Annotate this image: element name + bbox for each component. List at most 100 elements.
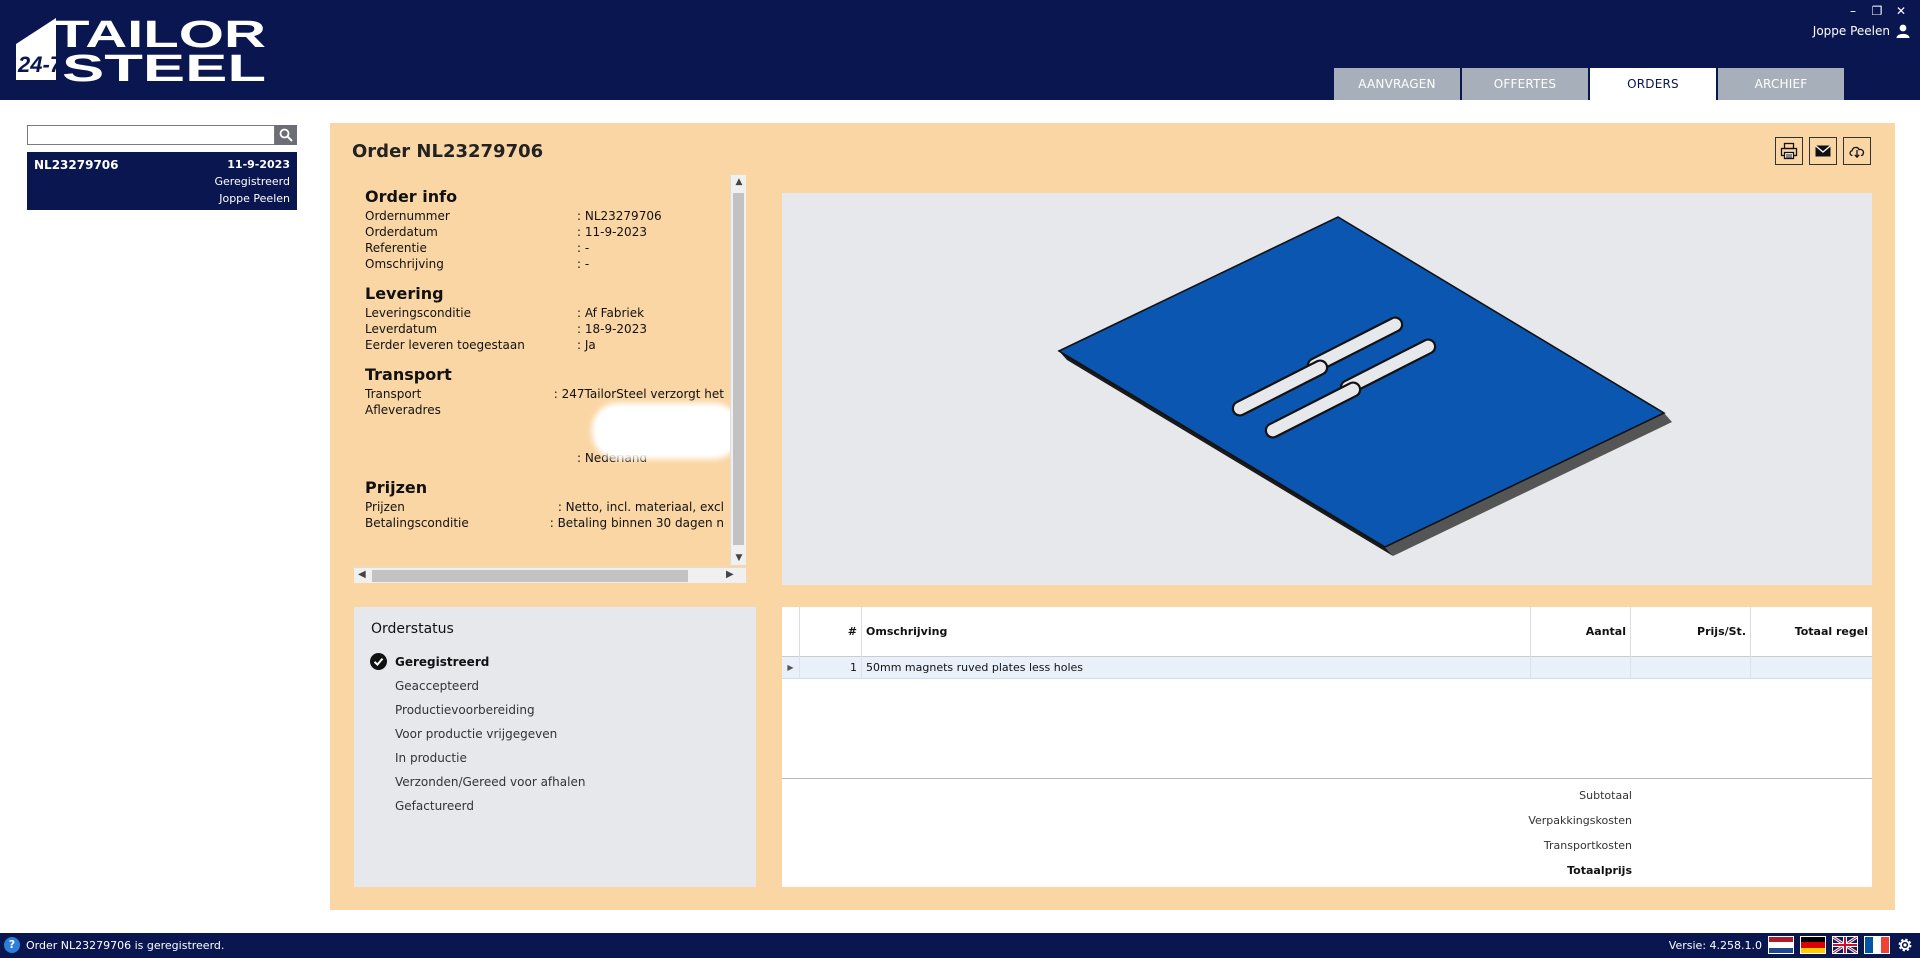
app-header: 24-7 TAILOR STEEL – ❐ ✕ Joppe Peelen AAN…	[0, 0, 1920, 100]
totaalprijs-label: Totaalprijs	[1567, 864, 1632, 877]
order-actions	[1775, 137, 1871, 165]
info-key: Leverdatum	[365, 322, 438, 336]
tab-offertes[interactable]: OFFERTES	[1462, 68, 1588, 100]
user-menu[interactable]: Joppe Peelen	[1813, 24, 1910, 38]
print-button[interactable]	[1775, 137, 1803, 165]
section-heading-levering: Levering	[365, 284, 444, 303]
order-search	[27, 125, 297, 145]
status-steps: Geregistreerd Geaccepteerd Productievoor…	[370, 653, 586, 822]
tab-aanvragen[interactable]: AANVRAGEN	[1334, 68, 1460, 100]
subtotaal-label: Subtotaal	[1579, 789, 1632, 802]
gear-icon[interactable]	[1896, 936, 1914, 954]
status-step-in-productie: In productie	[395, 750, 585, 774]
info-row: Prijzen : Netto, incl. materiaal, excl	[365, 499, 724, 515]
flag-de-icon[interactable]	[1800, 936, 1826, 954]
info-value: : Betaling binnen 30 dagen n	[549, 516, 724, 530]
close-button[interactable]: ✕	[1894, 4, 1908, 18]
cell-aantal	[1531, 657, 1631, 679]
tab-orders[interactable]: ORDERS	[1590, 68, 1716, 100]
scroll-right-icon[interactable]: ▶	[726, 569, 734, 580]
column-header-prijs[interactable]: Prijs/St.	[1631, 607, 1751, 657]
info-row: Omschrijving: -	[365, 256, 724, 272]
status-bar: ? Order NL23279706 is geregistreerd. Ver…	[0, 933, 1920, 958]
download-button[interactable]	[1843, 137, 1871, 165]
status-step-productievoorbereiding: Productievoorbereiding	[395, 702, 585, 726]
section-heading-prijzen: Prijzen	[365, 478, 428, 497]
restore-button[interactable]: ❐	[1870, 4, 1884, 18]
main-tabs: AANVRAGEN OFFERTES ORDERS ARCHIEF	[1334, 68, 1846, 100]
scroll-thumb[interactable]	[733, 193, 744, 545]
cell-nr: 1	[800, 657, 862, 679]
scroll-up-icon[interactable]: ▲	[731, 177, 747, 187]
flag-en-icon[interactable]	[1832, 936, 1858, 954]
order-list-item[interactable]: NL23279706 11-9-2023 Geregistreerd Joppe…	[27, 152, 297, 210]
cloud-download-icon	[1849, 146, 1865, 159]
section-prijzen: Prijzen Prijzen : Netto, incl. materiaal,…	[365, 478, 724, 531]
info-key: Ordernummer	[365, 209, 450, 223]
status-right: Versie: 4.258.1.0	[1669, 936, 1914, 954]
status-step-label: Verzonden/Gereed voor afhalen	[395, 775, 586, 789]
status-step-vrijgegeven: Voor productie vrijgegeven	[395, 726, 585, 750]
help-icon[interactable]: ?	[4, 937, 20, 953]
section-heading-order-info: Order info	[365, 187, 458, 206]
totals-divider	[782, 778, 1872, 779]
info-value: : 18-9-2023	[577, 322, 647, 336]
window-controls: – ❐ ✕	[1846, 4, 1908, 18]
info-value: : 247TailorSteel verzorgt het	[553, 387, 724, 401]
column-header-omschrijving[interactable]: Omschrijving	[862, 607, 1531, 657]
scroll-thumb[interactable]	[372, 570, 688, 582]
email-button[interactable]	[1809, 137, 1837, 165]
order-info-panel: Order info Ordernummer: NL23279706 Order…	[354, 175, 746, 583]
row-expand-icon[interactable]: ▶	[782, 657, 800, 679]
transportkosten-label: Transportkosten	[1543, 839, 1632, 852]
order-item-user: Joppe Peelen	[219, 192, 290, 205]
info-key: Prijzen	[365, 500, 405, 514]
info-row: Betalingsconditie: Betaling binnen 30 da…	[365, 515, 724, 531]
order-info-content: Order info Ordernummer: NL23279706 Order…	[354, 175, 724, 565]
status-step-label: Productievoorbereiding	[395, 703, 535, 717]
info-key: Eerder leveren toegestaan	[365, 338, 525, 352]
order-status-panel: Orderstatus Geregistreerd Geaccepteerd P…	[354, 607, 756, 887]
info-value: : -	[577, 257, 590, 271]
column-header-totaal[interactable]: Totaal regel	[1751, 607, 1872, 657]
table-row[interactable]: ▶ 1 50mm magnets ruved plates less holes	[782, 657, 1872, 679]
status-step-label: In productie	[395, 751, 467, 765]
flag-nl-icon[interactable]	[1768, 936, 1794, 954]
info-key: Afleveradres	[365, 403, 441, 417]
flag-fr-icon[interactable]	[1864, 936, 1890, 954]
status-step-label: Gefactureerd	[395, 799, 474, 813]
column-header-nr[interactable]: #	[800, 607, 862, 657]
table-header: # Omschrijving Aantal Prijs/St. Totaal r…	[782, 607, 1872, 657]
plate-3d-image	[1057, 216, 1672, 556]
info-value: : Af Fabriek	[577, 306, 645, 320]
search-input[interactable]	[27, 125, 275, 145]
horizontal-scrollbar[interactable]: ◀ ▶	[354, 567, 746, 583]
tab-archief[interactable]: ARCHIEF	[1718, 68, 1844, 100]
column-header-aantal[interactable]: Aantal	[1531, 607, 1631, 657]
scroll-left-icon[interactable]: ◀	[358, 569, 366, 580]
info-row: Transport : 247TailorSteel verzorgt het	[365, 386, 724, 402]
envelope-icon	[1815, 145, 1831, 157]
svg-text:STEEL: STEEL	[62, 48, 266, 84]
status-message-area: ? Order NL23279706 is geregistreerd.	[4, 937, 224, 953]
info-value: : Netto, incl. materiaal, excl	[557, 500, 724, 514]
tailorsteel-logo: 24-7 TAILOR STEEL	[16, 14, 266, 84]
info-row: Ordernummer: NL23279706	[365, 208, 724, 224]
scroll-down-icon[interactable]: ▼	[731, 553, 747, 563]
status-step-geregistreerd: Geregistreerd	[370, 653, 585, 678]
vertical-scrollbar[interactable]: ▲ ▼	[730, 175, 746, 565]
minimize-button[interactable]: –	[1846, 4, 1860, 18]
user-icon	[1896, 24, 1910, 38]
cell-omschrijving: 50mm magnets ruved plates less holes	[862, 657, 1531, 679]
info-value: : 11-9-2023	[577, 225, 647, 239]
search-icon	[279, 128, 293, 142]
part-3d-preview[interactable]	[782, 193, 1872, 585]
orderstatus-heading: Orderstatus	[371, 621, 454, 637]
info-key: Transport	[365, 387, 422, 401]
info-value: : -	[577, 241, 590, 255]
search-button[interactable]	[275, 125, 297, 145]
user-name: Joppe Peelen	[1812, 24, 1890, 38]
status-step-label: Geregistreerd	[395, 655, 490, 669]
section-order-info: Order info Ordernummer: NL23279706 Order…	[365, 187, 724, 272]
status-step-label: Voor productie vrijgegeven	[395, 727, 558, 741]
